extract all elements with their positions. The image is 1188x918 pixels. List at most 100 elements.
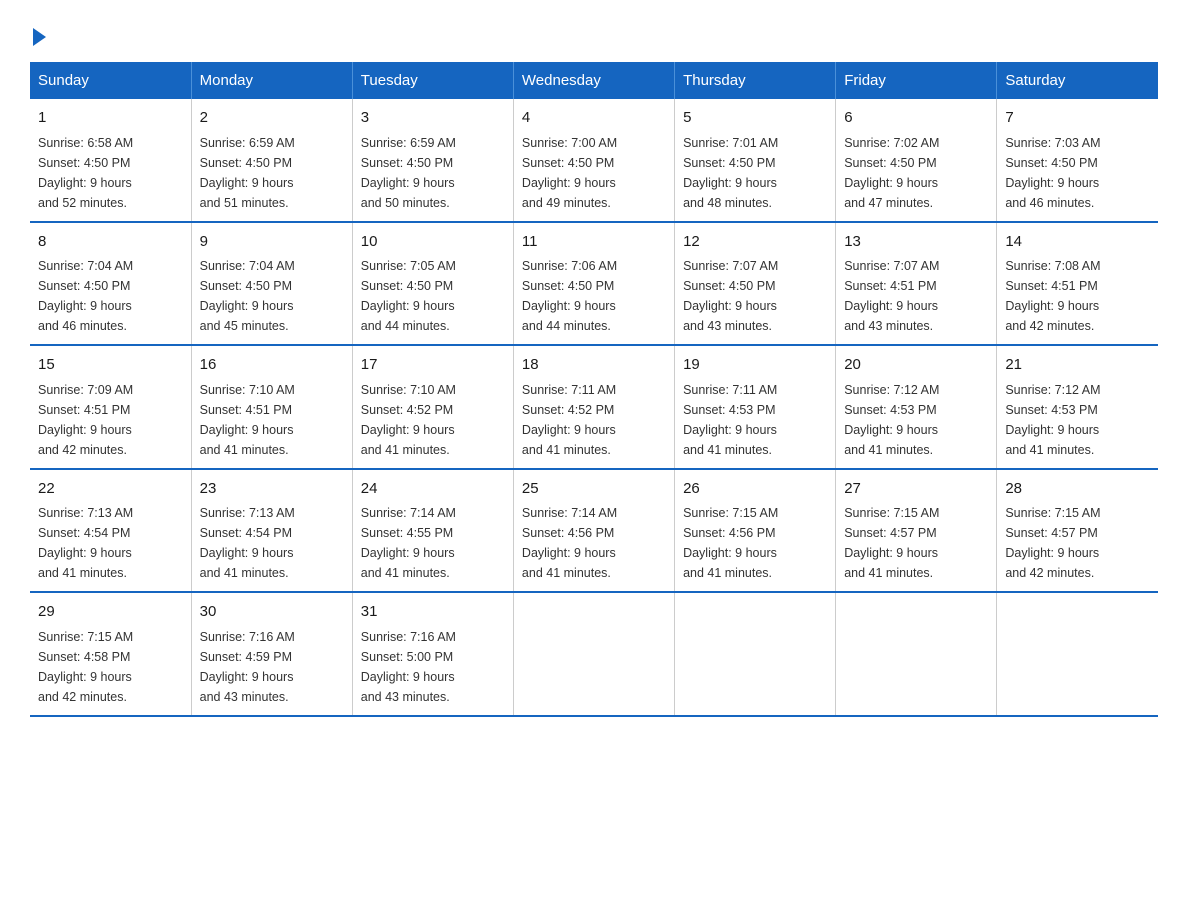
day-info: Sunrise: 7:10 AMSunset: 4:52 PMDaylight:… — [361, 380, 505, 460]
week-row-4: 22Sunrise: 7:13 AMSunset: 4:54 PMDayligh… — [30, 469, 1158, 593]
page-header — [30, 20, 1158, 42]
day-number: 29 — [38, 601, 183, 624]
day-number: 10 — [361, 231, 505, 254]
day-cell: 18 Sunrise: 7:11 AMSunset: 4:52 PMDayligh… — [513, 345, 674, 469]
day-number: 14 — [1005, 231, 1150, 254]
day-cell: 22Sunrise: 7:13 AMSunset: 4:54 PMDayligh… — [30, 469, 191, 593]
day-number: 22 — [38, 478, 183, 501]
day-number: 27 — [844, 478, 988, 501]
day-info: Sunrise: 7:15 AMSunset: 4:57 PMDaylight:… — [844, 503, 988, 583]
day-number: 13 — [844, 231, 988, 254]
day-number: 11 — [522, 231, 666, 254]
day-cell: 6 Sunrise: 7:02 AMSunset: 4:50 PMDaylight… — [836, 99, 997, 222]
day-cell: 25Sunrise: 7:14 AMSunset: 4:56 PMDayligh… — [513, 469, 674, 593]
day-cell: 11Sunrise: 7:06 AMSunset: 4:50 PMDayligh… — [513, 222, 674, 346]
day-number: 31 — [361, 601, 505, 624]
day-number: 19 — [683, 354, 827, 377]
day-info: Sunrise: 7:02 AMSunset: 4:50 PMDaylight:… — [844, 133, 988, 213]
day-cell: 30 Sunrise: 7:16 AMSunset: 4:59 PMDayligh… — [191, 592, 352, 716]
day-number: 4 — [522, 107, 666, 130]
calendar-table: SundayMondayTuesdayWednesdayThursdayFrid… — [30, 62, 1158, 717]
day-cell — [997, 592, 1158, 716]
weekday-header-row: SundayMondayTuesdayWednesdayThursdayFrid… — [30, 62, 1158, 99]
day-cell — [675, 592, 836, 716]
day-cell: 7 Sunrise: 7:03 AMSunset: 4:50 PMDaylight… — [997, 99, 1158, 222]
day-info: Sunrise: 7:12 AMSunset: 4:53 PMDaylight:… — [844, 380, 988, 460]
day-number: 28 — [1005, 478, 1150, 501]
day-info: Sunrise: 7:09 AMSunset: 4:51 PMDaylight:… — [38, 380, 183, 460]
day-number: 2 — [200, 107, 344, 130]
header-monday: Monday — [191, 62, 352, 99]
day-info: Sunrise: 7:05 AMSunset: 4:50 PMDaylight:… — [361, 256, 505, 336]
day-info: Sunrise: 6:59 AMSunset: 4:50 PMDaylight:… — [200, 133, 344, 213]
header-wednesday: Wednesday — [513, 62, 674, 99]
day-cell: 12Sunrise: 7:07 AMSunset: 4:50 PMDayligh… — [675, 222, 836, 346]
day-info: Sunrise: 7:13 AMSunset: 4:54 PMDaylight:… — [38, 503, 183, 583]
day-info: Sunrise: 7:11 AMSunset: 4:52 PMDaylight:… — [522, 380, 666, 460]
day-info: Sunrise: 7:10 AMSunset: 4:51 PMDaylight:… — [200, 380, 344, 460]
day-cell: 16 Sunrise: 7:10 AMSunset: 4:51 PMDayligh… — [191, 345, 352, 469]
day-cell: 13Sunrise: 7:07 AMSunset: 4:51 PMDayligh… — [836, 222, 997, 346]
day-cell: 14Sunrise: 7:08 AMSunset: 4:51 PMDayligh… — [997, 222, 1158, 346]
day-number: 30 — [200, 601, 344, 624]
day-info: Sunrise: 7:16 AMSunset: 4:59 PMDaylight:… — [200, 627, 344, 707]
day-cell — [836, 592, 997, 716]
day-info: Sunrise: 7:12 AMSunset: 4:53 PMDaylight:… — [1005, 380, 1150, 460]
day-info: Sunrise: 7:04 AMSunset: 4:50 PMDaylight:… — [200, 256, 344, 336]
day-info: Sunrise: 7:07 AMSunset: 4:51 PMDaylight:… — [844, 256, 988, 336]
day-cell: 10Sunrise: 7:05 AMSunset: 4:50 PMDayligh… — [352, 222, 513, 346]
day-cell: 15Sunrise: 7:09 AMSunset: 4:51 PMDayligh… — [30, 345, 191, 469]
header-tuesday: Tuesday — [352, 62, 513, 99]
day-cell: 9Sunrise: 7:04 AMSunset: 4:50 PMDaylight… — [191, 222, 352, 346]
day-number: 5 — [683, 107, 827, 130]
header-sunday: Sunday — [30, 62, 191, 99]
week-row-1: 1 Sunrise: 6:58 AMSunset: 4:50 PMDaylight… — [30, 99, 1158, 222]
day-info: Sunrise: 7:01 AMSunset: 4:50 PMDaylight:… — [683, 133, 827, 213]
day-info: Sunrise: 7:11 AMSunset: 4:53 PMDaylight:… — [683, 380, 827, 460]
logo-arrow-icon — [33, 28, 46, 46]
day-cell — [513, 592, 674, 716]
day-number: 1 — [38, 107, 183, 130]
day-cell: 1 Sunrise: 6:58 AMSunset: 4:50 PMDaylight… — [30, 99, 191, 222]
day-cell: 17Sunrise: 7:10 AMSunset: 4:52 PMDayligh… — [352, 345, 513, 469]
day-info: Sunrise: 7:15 AMSunset: 4:57 PMDaylight:… — [1005, 503, 1150, 583]
header-friday: Friday — [836, 62, 997, 99]
week-row-3: 15Sunrise: 7:09 AMSunset: 4:51 PMDayligh… — [30, 345, 1158, 469]
day-number: 16 — [200, 354, 344, 377]
day-info: Sunrise: 7:08 AMSunset: 4:51 PMDaylight:… — [1005, 256, 1150, 336]
day-number: 20 — [844, 354, 988, 377]
day-number: 21 — [1005, 354, 1150, 377]
day-number: 12 — [683, 231, 827, 254]
day-cell: 19 Sunrise: 7:11 AMSunset: 4:53 PMDayligh… — [675, 345, 836, 469]
day-cell: 23Sunrise: 7:13 AMSunset: 4:54 PMDayligh… — [191, 469, 352, 593]
day-cell: 2 Sunrise: 6:59 AMSunset: 4:50 PMDaylight… — [191, 99, 352, 222]
day-info: Sunrise: 7:04 AMSunset: 4:50 PMDaylight:… — [38, 256, 183, 336]
day-info: Sunrise: 7:03 AMSunset: 4:50 PMDaylight:… — [1005, 133, 1150, 213]
day-info: Sunrise: 7:07 AMSunset: 4:50 PMDaylight:… — [683, 256, 827, 336]
day-info: Sunrise: 7:14 AMSunset: 4:55 PMDaylight:… — [361, 503, 505, 583]
day-cell: 28Sunrise: 7:15 AMSunset: 4:57 PMDayligh… — [997, 469, 1158, 593]
day-info: Sunrise: 7:16 AMSunset: 5:00 PMDaylight:… — [361, 627, 505, 707]
day-number: 24 — [361, 478, 505, 501]
logo — [30, 20, 46, 42]
day-info: Sunrise: 7:13 AMSunset: 4:54 PMDaylight:… — [200, 503, 344, 583]
day-number: 18 — [522, 354, 666, 377]
day-cell: 5 Sunrise: 7:01 AMSunset: 4:50 PMDaylight… — [675, 99, 836, 222]
day-info: Sunrise: 7:00 AMSunset: 4:50 PMDaylight:… — [522, 133, 666, 213]
day-info: Sunrise: 7:15 AMSunset: 4:58 PMDaylight:… — [38, 627, 183, 707]
day-cell: 4 Sunrise: 7:00 AMSunset: 4:50 PMDaylight… — [513, 99, 674, 222]
day-number: 26 — [683, 478, 827, 501]
day-info: Sunrise: 7:06 AMSunset: 4:50 PMDaylight:… — [522, 256, 666, 336]
header-thursday: Thursday — [675, 62, 836, 99]
day-info: Sunrise: 6:58 AMSunset: 4:50 PMDaylight:… — [38, 133, 183, 213]
day-number: 6 — [844, 107, 988, 130]
day-number: 7 — [1005, 107, 1150, 130]
day-cell: 29 Sunrise: 7:15 AMSunset: 4:58 PMDayligh… — [30, 592, 191, 716]
day-cell: 3Sunrise: 6:59 AMSunset: 4:50 PMDaylight… — [352, 99, 513, 222]
day-number: 9 — [200, 231, 344, 254]
day-cell: 24Sunrise: 7:14 AMSunset: 4:55 PMDayligh… — [352, 469, 513, 593]
day-info: Sunrise: 7:15 AMSunset: 4:56 PMDaylight:… — [683, 503, 827, 583]
day-cell: 31 Sunrise: 7:16 AMSunset: 5:00 PMDayligh… — [352, 592, 513, 716]
day-info: Sunrise: 7:14 AMSunset: 4:56 PMDaylight:… — [522, 503, 666, 583]
day-number: 8 — [38, 231, 183, 254]
